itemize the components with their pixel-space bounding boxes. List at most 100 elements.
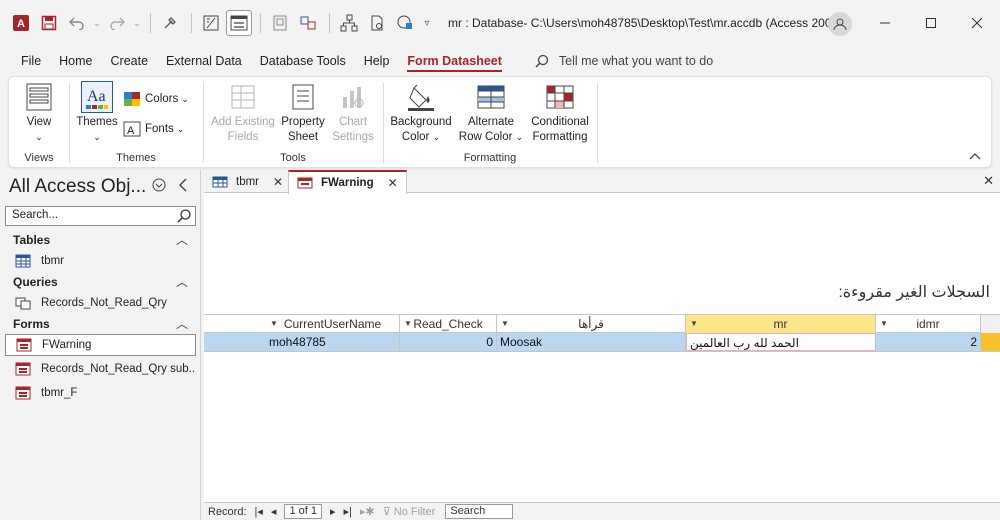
new-record-icon[interactable]: ▸✱ <box>356 505 379 518</box>
tell-me-search[interactable]: Tell me what you want to do <box>535 54 713 68</box>
property-sheet-line2: Sheet <box>287 131 319 143</box>
alternate-row-color-button[interactable]: Alternate Row Color ⌄ <box>457 81 525 145</box>
tab-help[interactable]: Help <box>355 46 399 76</box>
doc-tab-fwarning[interactable]: FWarning ✕ <box>288 170 407 194</box>
group-separator <box>203 83 204 163</box>
chart-settings-line1: Chart <box>338 116 368 128</box>
next-record-icon[interactable]: ▸ <box>326 505 340 518</box>
nav-search-placeholder: Search... <box>12 209 59 221</box>
previous-record-icon[interactable]: ◂ <box>267 505 281 518</box>
fonts-button[interactable]: A Fonts ⌄ <box>123 121 184 137</box>
nav-item-tbmr[interactable]: tbmr <box>5 250 196 272</box>
maximize-icon[interactable] <box>908 0 954 46</box>
themes-button[interactable]: Aa Themes ⌄ <box>75 81 119 145</box>
background-color-button[interactable]: Background Color ⌄ <box>387 81 455 145</box>
datasheet-header: ▼ CurrentUserName ▼ Read_Check ▼ قرأها ▼… <box>204 314 1000 333</box>
view-dropdown-icon: ⌄ <box>35 132 43 142</box>
toolbar-separator <box>260 13 261 33</box>
record-selector[interactable] <box>981 333 1000 351</box>
column-header-read-check[interactable]: ▼ Read_Check <box>400 315 497 333</box>
cell-mr-editing[interactable]: الحمد لله رب العالمين <box>686 333 876 351</box>
close-window-icon[interactable] <box>954 0 1000 46</box>
column-header-currentusername[interactable]: ▼ CurrentUserName <box>266 315 400 333</box>
current-record-input[interactable]: 1 of 1 <box>284 504 322 519</box>
redo-dropdown-icon[interactable]: ⌄ <box>132 10 142 36</box>
redo-icon[interactable] <box>104 10 130 36</box>
select-all-corner[interactable] <box>981 315 1000 333</box>
document-analyzer-icon[interactable] <box>364 10 390 36</box>
chart-settings-button[interactable]: Chart Settings <box>329 81 377 145</box>
view-button[interactable]: View ⌄ <box>21 81 57 145</box>
tab-database-tools[interactable]: Database Tools <box>251 46 355 76</box>
table-row[interactable]: moh48785 0 Moosak الحمد لله رب العالمين … <box>204 333 1000 352</box>
cell-idmr[interactable]: 2 <box>876 333 981 351</box>
nav-item-label: Records_Not_Read_Qry sub... <box>41 363 196 375</box>
form-view-icon[interactable] <box>226 10 252 36</box>
view-label: View <box>26 116 52 128</box>
no-filter-button[interactable]: ⊽ No Filter <box>379 505 440 518</box>
undo-icon[interactable] <box>64 10 90 36</box>
column-header-idmr[interactable]: ▼ idmr <box>876 315 981 333</box>
property-sheet-button[interactable]: Property Sheet <box>279 81 327 145</box>
shutter-bar-close-icon[interactable] <box>178 178 188 195</box>
toolbar-separator <box>150 13 151 33</box>
cell-qaraha[interactable]: Moosak <box>497 333 686 351</box>
minimize-icon[interactable] <box>862 0 908 46</box>
nav-item-tbmr-f[interactable]: tbmr_F <box>5 382 196 404</box>
nav-pane-title[interactable]: All Access Obj... <box>9 176 146 198</box>
colors-button[interactable]: Colors ⌄ <box>123 91 189 107</box>
chevron-up-icon: ︿ <box>175 275 188 289</box>
nav-section-tables[interactable]: Tables ︿ <box>5 230 196 250</box>
close-document-icon[interactable]: ✕ <box>983 173 994 189</box>
record-search-input[interactable]: Search <box>445 504 514 519</box>
window-controls <box>862 0 1000 46</box>
first-record-icon[interactable]: |◂ <box>251 505 267 518</box>
svg-text:A: A <box>127 125 135 137</box>
format-painter-icon[interactable] <box>157 10 183 36</box>
column-header-label: mr <box>773 317 788 331</box>
undo-dropdown-icon[interactable]: ⌄ <box>92 10 102 36</box>
cell-currentusername[interactable]: moh48785 <box>266 333 400 351</box>
close-tab-icon[interactable]: ✕ <box>388 176 398 190</box>
add-existing-line2: Fields <box>227 131 259 143</box>
design-view-icon[interactable] <box>198 10 224 36</box>
nav-item-records-not-read-qry-sub[interactable]: Records_Not_Read_Qry sub... <box>5 358 196 380</box>
save-icon[interactable] <box>36 10 62 36</box>
tab-file[interactable]: File <box>12 46 50 76</box>
column-dropdown-icon[interactable]: ▼ <box>404 315 412 333</box>
nav-section-forms[interactable]: Forms ︿ <box>5 314 196 334</box>
record-label: Record: <box>208 505 247 518</box>
group-separator <box>597 83 598 163</box>
last-record-icon[interactable]: ▸| <box>340 505 356 518</box>
quick-access-toolbar: A ⌄ ⌄ ▿ <box>0 0 436 46</box>
tab-external-data[interactable]: External Data <box>157 46 251 76</box>
column-header-qaraha[interactable]: ▼ قرأها <box>497 315 686 333</box>
tab-home[interactable]: Home <box>50 46 101 76</box>
close-tab-icon[interactable]: ✕ <box>273 175 283 189</box>
cell-read-check[interactable]: 0 <box>400 333 497 351</box>
database-doc-icon[interactable] <box>267 10 293 36</box>
nav-section-queries[interactable]: Queries ︿ <box>5 272 196 292</box>
nav-search-input[interactable]: Search... <box>5 206 196 226</box>
nav-menu-icon[interactable] <box>152 178 166 195</box>
customize-toolbar-icon[interactable]: ▿ <box>420 10 434 36</box>
column-dropdown-icon[interactable]: ▼ <box>690 315 698 333</box>
chart-settings-icon <box>337 81 369 113</box>
database-lock-icon[interactable] <box>392 10 418 36</box>
nav-item-fwarning[interactable]: FWarning <box>5 334 196 356</box>
relationships-icon[interactable] <box>295 10 321 36</box>
doc-tab-tbmr[interactable]: tbmr ✕ <box>204 170 291 193</box>
account-avatar-icon[interactable] <box>828 12 852 36</box>
column-header-mr[interactable]: ▼ mr <box>686 315 876 333</box>
collapse-ribbon-icon[interactable] <box>969 149 981 163</box>
object-dependencies-icon[interactable] <box>336 10 362 36</box>
access-logo-icon: A <box>8 10 34 36</box>
column-dropdown-icon[interactable]: ▼ <box>501 315 509 333</box>
nav-item-records-not-read-qry[interactable]: Records_Not_Read_Qry <box>5 292 196 314</box>
conditional-formatting-button[interactable]: Conditional Formatting <box>527 81 593 145</box>
tab-form-datasheet[interactable]: Form Datasheet <box>398 46 510 76</box>
column-dropdown-icon[interactable]: ▼ <box>270 315 278 333</box>
column-dropdown-icon[interactable]: ▼ <box>880 315 888 333</box>
add-existing-fields-button[interactable]: Add Existing Fields <box>211 81 275 145</box>
tab-create[interactable]: Create <box>102 46 158 76</box>
